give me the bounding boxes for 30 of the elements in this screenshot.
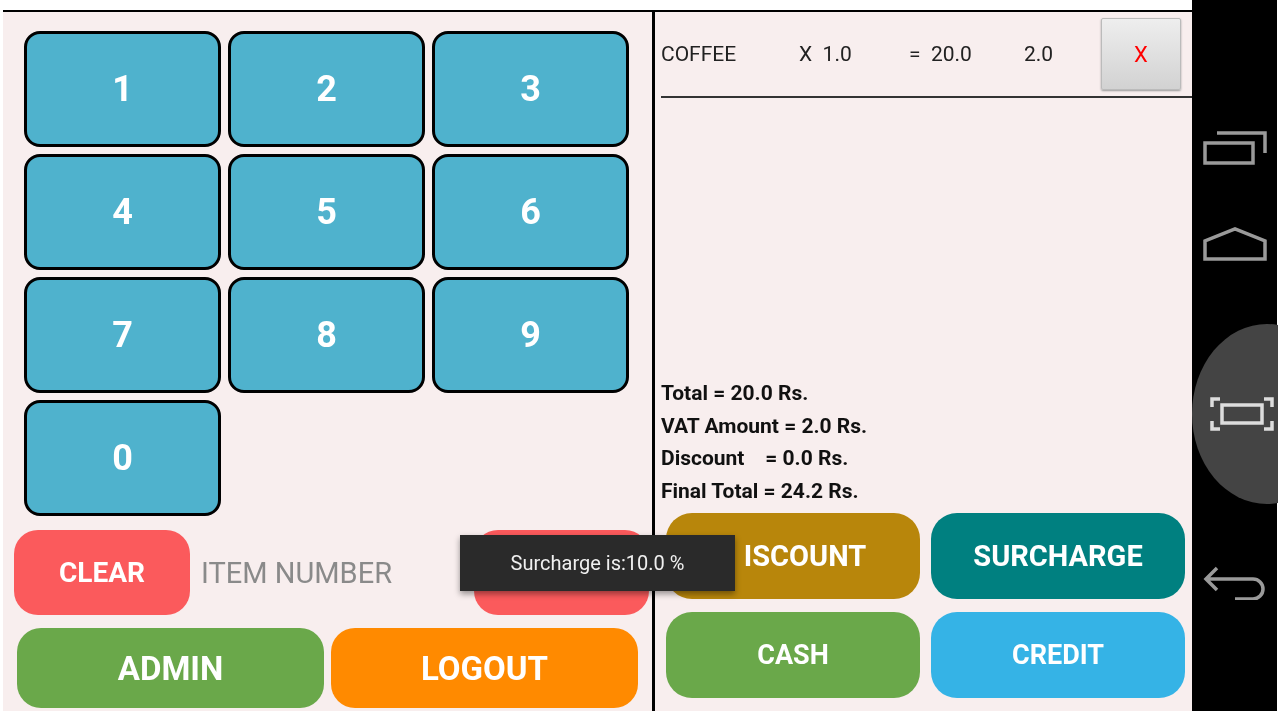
payment-button[interactable]: CREDIT: [931, 612, 1185, 698]
number-key[interactable]: 0: [24, 400, 221, 516]
number-key[interactable]: 1: [24, 31, 221, 147]
menu-button[interactable]: ADMIN: [17, 628, 324, 708]
number-key[interactable]: 7: [24, 277, 221, 393]
back-icon[interactable]: [1202, 565, 1267, 600]
fullscreen-icon[interactable]: [1210, 396, 1274, 431]
number-key[interactable]: 9: [432, 277, 629, 393]
clear-button[interactable]: CLEAR: [14, 530, 190, 615]
summary-line: Final Total = 24.2 Rs.: [661, 477, 860, 505]
menu-button[interactable]: LOGOUT: [331, 628, 638, 708]
summary-line: VAT Amount = 2.0 Rs.: [661, 412, 869, 440]
summary-line: Total = 20.0 Rs.: [661, 380, 810, 407]
home-icon[interactable]: [1202, 227, 1267, 262]
item-amount: = 20.0: [909, 42, 973, 66]
number-key[interactable]: 4: [24, 154, 221, 270]
remove-button[interactable]: X: [1101, 18, 1181, 90]
summary-line: Discount = 0.0 Rs.: [661, 445, 850, 472]
item-quantity: X 1.0: [799, 42, 853, 66]
surcharge-toast: Surcharge is:10.0 %: [460, 535, 735, 591]
number-key[interactable]: 8: [228, 277, 425, 393]
item-vat: 2.0: [1024, 42, 1055, 66]
payment-button[interactable]: CASH: [666, 612, 920, 698]
number-key[interactable]: 2: [228, 31, 425, 147]
payment-button[interactable]: SURCHARGE: [931, 513, 1185, 599]
item-name: COFFEE: [661, 42, 738, 66]
recent-apps-icon[interactable]: [1202, 131, 1267, 166]
number-key[interactable]: 6: [432, 154, 629, 270]
number-key[interactable]: 5: [228, 154, 425, 270]
number-key[interactable]: 3: [432, 31, 629, 147]
